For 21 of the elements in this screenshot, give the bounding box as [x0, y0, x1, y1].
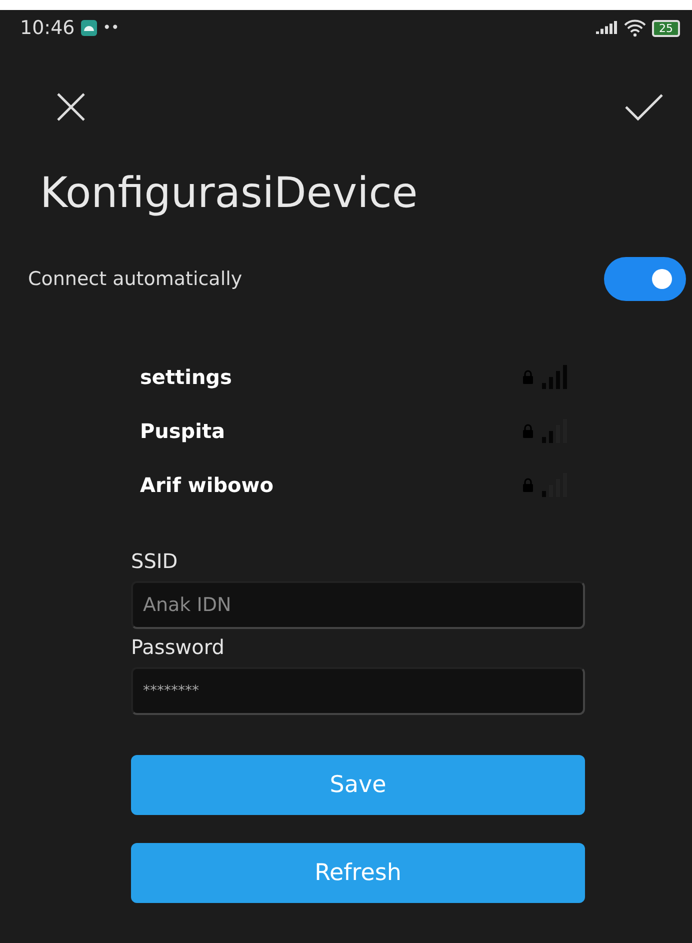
- page-title: KonfigurasiDevice: [40, 168, 419, 217]
- cellular-signal-icon: [596, 20, 618, 36]
- android-icon: [80, 20, 97, 36]
- ssid-field[interactable]: Anak IDN: [131, 581, 585, 629]
- network-name[interactable]: settings: [140, 365, 514, 389]
- password-label: Password: [131, 635, 226, 659]
- network-name[interactable]: Puspita: [140, 419, 514, 443]
- notification-dots: ••: [102, 20, 120, 36]
- connect-automatically-label: Connect automatically: [28, 268, 242, 290]
- battery-indicator: 25: [652, 20, 680, 36]
- lock-icon: [522, 424, 534, 438]
- lock-icon: [522, 478, 534, 492]
- close-icon[interactable]: [56, 92, 86, 122]
- status-time: 10:46: [20, 17, 75, 39]
- confirm-check-icon[interactable]: [624, 93, 664, 121]
- wifi-icon: [624, 19, 646, 37]
- network-name[interactable]: Arif wibowo: [140, 473, 514, 497]
- password-field[interactable]: ********: [131, 667, 585, 715]
- connect-automatically-toggle[interactable]: [604, 257, 686, 301]
- lock-icon: [522, 370, 534, 384]
- ssid-label: SSID: [131, 549, 179, 573]
